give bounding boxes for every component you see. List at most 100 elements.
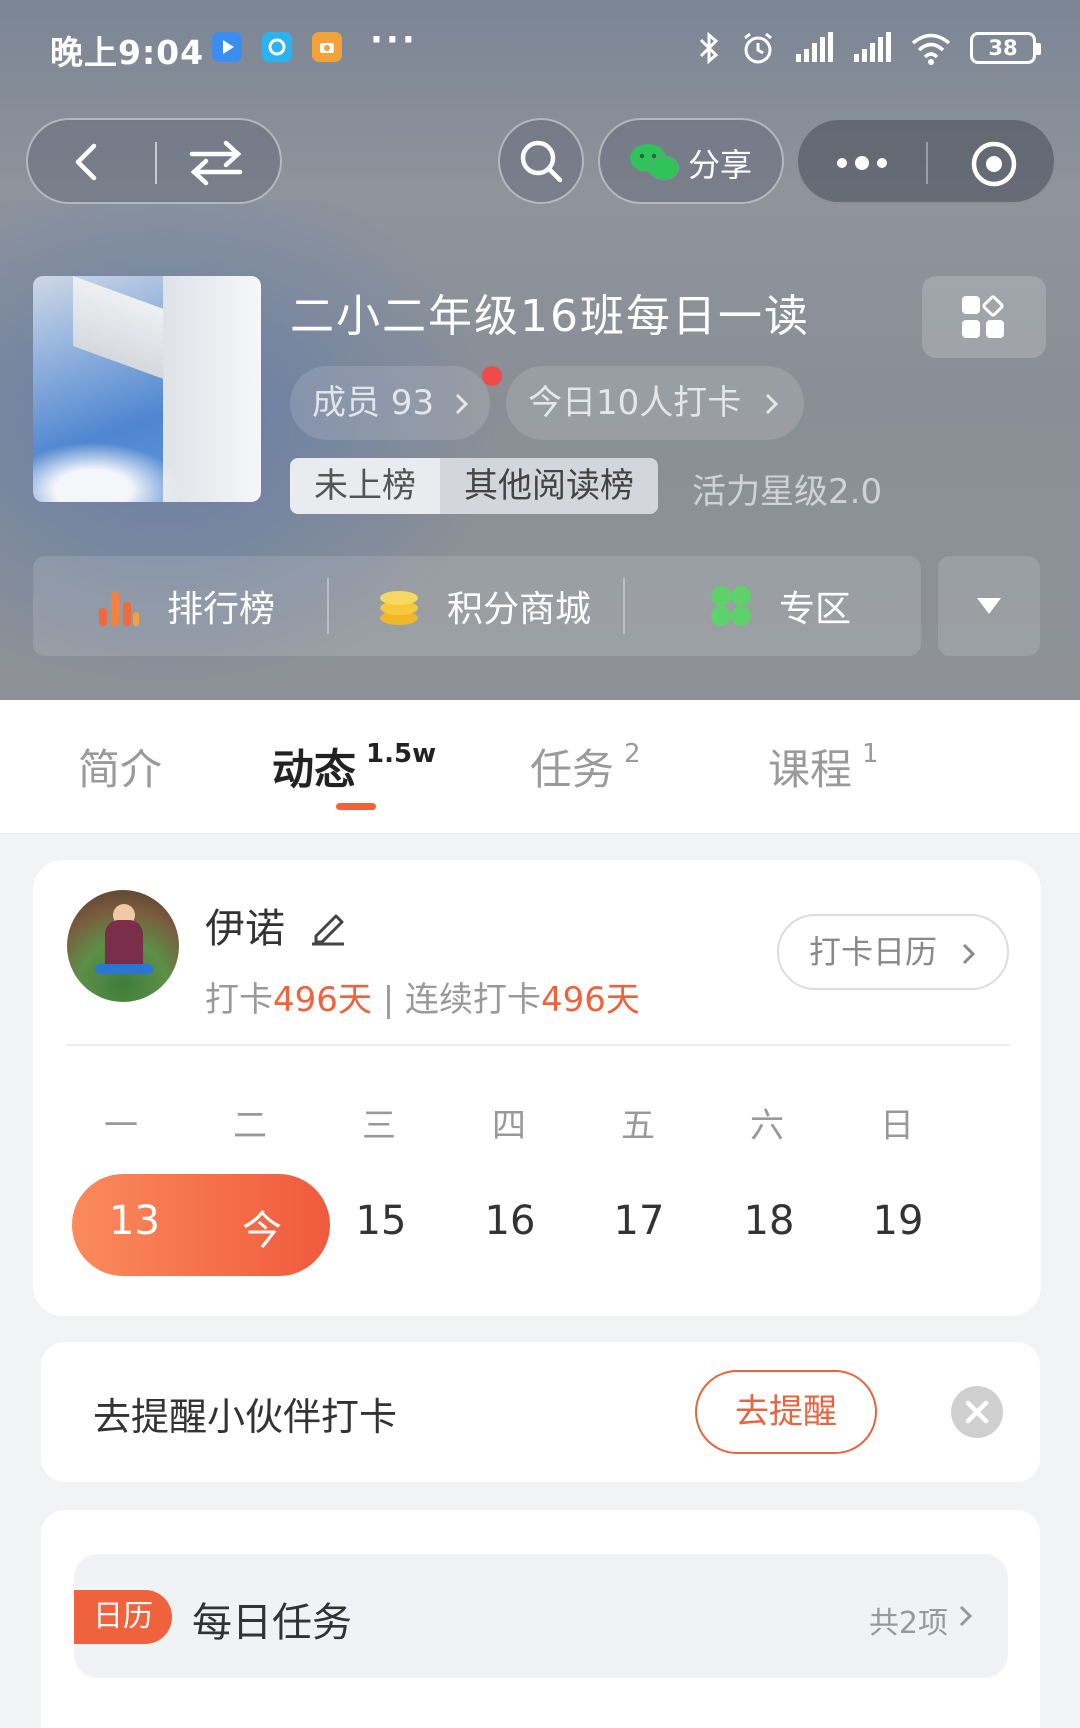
- date-cell-today[interactable]: 今: [242, 1198, 282, 1256]
- camera-app-icon: [312, 32, 342, 62]
- rank-tags[interactable]: 未上榜 其他阅读榜: [290, 458, 658, 514]
- wechat-icon: [630, 144, 680, 181]
- date-cell[interactable]: 17: [599, 1198, 679, 1244]
- status-icons: 38: [696, 30, 1041, 66]
- menu-divider: [926, 142, 928, 184]
- more-icon[interactable]: [832, 142, 892, 188]
- share-label: 分享: [688, 146, 753, 184]
- tab-tasks[interactable]: 任务 2: [530, 736, 641, 797]
- clover-icon: [711, 586, 751, 626]
- bar-chart-icon: [99, 592, 139, 626]
- active-tab-indicator: [336, 803, 376, 810]
- tab-bar: 简介 动态 1.5w 任务 2 课程 1: [0, 700, 1080, 834]
- close-button[interactable]: [951, 1386, 1003, 1438]
- video-app-icon: [212, 32, 242, 62]
- weekday-label: 日: [880, 1106, 914, 1146]
- rank-other-tag: 其他阅读榜: [440, 458, 658, 514]
- calendar-tag: 日历: [74, 1590, 172, 1644]
- nav-divider: [155, 142, 157, 184]
- members-label: 成员 93: [312, 383, 435, 423]
- expand-button[interactable]: [938, 556, 1040, 656]
- group-cover-image[interactable]: [33, 276, 261, 502]
- user-name: 伊诺: [205, 906, 285, 952]
- close-icon: [965, 1400, 989, 1424]
- tab-intro[interactable]: 简介: [78, 736, 162, 797]
- signal-icon: [854, 32, 891, 62]
- function-bar: 排行榜 积分商城 专区: [33, 556, 921, 656]
- chevron-right-icon: [962, 943, 976, 965]
- checkin-streak: 496天: [540, 980, 640, 1020]
- apps-button[interactable]: [922, 276, 1046, 358]
- tab-feed-badge: 1.5w: [366, 739, 437, 769]
- func-divider: [623, 578, 625, 634]
- target-icon[interactable]: [970, 140, 1018, 192]
- tab-courses-badge: 1: [862, 739, 879, 769]
- wifi-icon: [911, 33, 951, 65]
- weekday-label: 三: [362, 1106, 396, 1146]
- tab-feed[interactable]: 动态 1.5w: [272, 736, 436, 797]
- status-dots: ···: [370, 20, 418, 60]
- checkin-stats: 打卡496天 | 连续打卡496天: [205, 980, 640, 1020]
- group-header: 晚上9:04 ··· 38 分享 二小二年级16班每日一读 成员 93 今日10…: [0, 0, 1080, 700]
- members-chip[interactable]: 成员 93: [290, 366, 490, 440]
- current-week-highlight: 13 今: [72, 1174, 330, 1276]
- weekday-label: 二: [233, 1106, 267, 1146]
- tab-tasks-badge: 2: [624, 739, 641, 769]
- share-button[interactable]: 分享: [598, 118, 784, 204]
- zone-button[interactable]: 专区: [709, 556, 851, 656]
- weekday-label: 四: [492, 1106, 526, 1146]
- tab-courses[interactable]: 课程 1: [768, 736, 879, 797]
- points-mall-label: 积分商城: [447, 589, 592, 630]
- date-cell[interactable]: 16: [470, 1198, 550, 1244]
- daily-task-row[interactable]: 日历 每日任务 共2项: [74, 1554, 1008, 1678]
- status-bar: 晚上9:04 ··· 38: [0, 0, 1080, 96]
- date-cell[interactable]: 19: [858, 1198, 938, 1244]
- today-checkin-chip[interactable]: 今日10人打卡: [506, 366, 804, 440]
- date-cell[interactable]: 15: [341, 1198, 421, 1244]
- weekday-label: 五: [621, 1106, 655, 1146]
- date-cell[interactable]: 13: [109, 1198, 160, 1244]
- battery-level: 38: [988, 36, 1018, 60]
- signal-icon: [796, 32, 833, 62]
- reminder-text: 去提醒小伙伴打卡: [93, 1395, 398, 1439]
- checkin-calendar-button[interactable]: 打卡日历: [777, 914, 1009, 990]
- task-count: 共2项: [868, 1606, 948, 1641]
- notification-dot: [482, 366, 502, 386]
- points-mall-button[interactable]: 积分商城: [377, 556, 591, 656]
- apps-icon: [962, 295, 1004, 338]
- task-card: 日历 每日任务 共2项: [41, 1510, 1040, 1728]
- weekday-label: 六: [750, 1106, 784, 1146]
- switch-icon[interactable]: [188, 138, 244, 190]
- ranking-button[interactable]: 排行榜: [97, 556, 275, 656]
- caret-down-icon: [977, 598, 1001, 614]
- zone-label: 专区: [779, 589, 852, 630]
- nav-capsule: [26, 118, 282, 204]
- browser-app-icon: [262, 32, 292, 62]
- avatar[interactable]: [67, 890, 179, 1002]
- task-title: 每日任务: [192, 1600, 352, 1646]
- today-checkin-label: 今日10人打卡: [528, 383, 742, 423]
- reminder-card: 去提醒小伙伴打卡 去提醒: [41, 1342, 1040, 1482]
- alarm-icon: [744, 32, 772, 64]
- chevron-right-icon: [765, 393, 779, 415]
- status-time: 晚上9:04: [50, 33, 205, 72]
- card-divider: [66, 1044, 1010, 1046]
- remind-button[interactable]: 去提醒: [695, 1370, 877, 1454]
- rank-status-tag: 未上榜: [290, 458, 440, 514]
- search-icon: [520, 140, 563, 183]
- search-button[interactable]: [498, 118, 584, 204]
- date-cell[interactable]: 18: [729, 1198, 809, 1244]
- func-divider: [327, 578, 329, 634]
- group-title: 二小二年级16班每日一读: [290, 291, 810, 342]
- checkin-calendar-label: 打卡日历: [809, 933, 938, 971]
- weekday-label: 一: [104, 1106, 138, 1146]
- coins-icon: [380, 591, 418, 625]
- edit-icon[interactable]: [308, 906, 348, 946]
- ranking-label: 排行榜: [167, 589, 276, 630]
- menu-capsule: [796, 118, 1056, 204]
- checkin-card: 伊诺 打卡496天 | 连续打卡496天 打卡日历 一 二 三 四 五 六 日 …: [33, 860, 1041, 1316]
- back-icon[interactable]: [66, 140, 110, 188]
- vitality-level: 活力星级2.0: [692, 472, 883, 512]
- bluetooth-icon: [699, 31, 719, 65]
- chevron-right-icon: [959, 1605, 973, 1627]
